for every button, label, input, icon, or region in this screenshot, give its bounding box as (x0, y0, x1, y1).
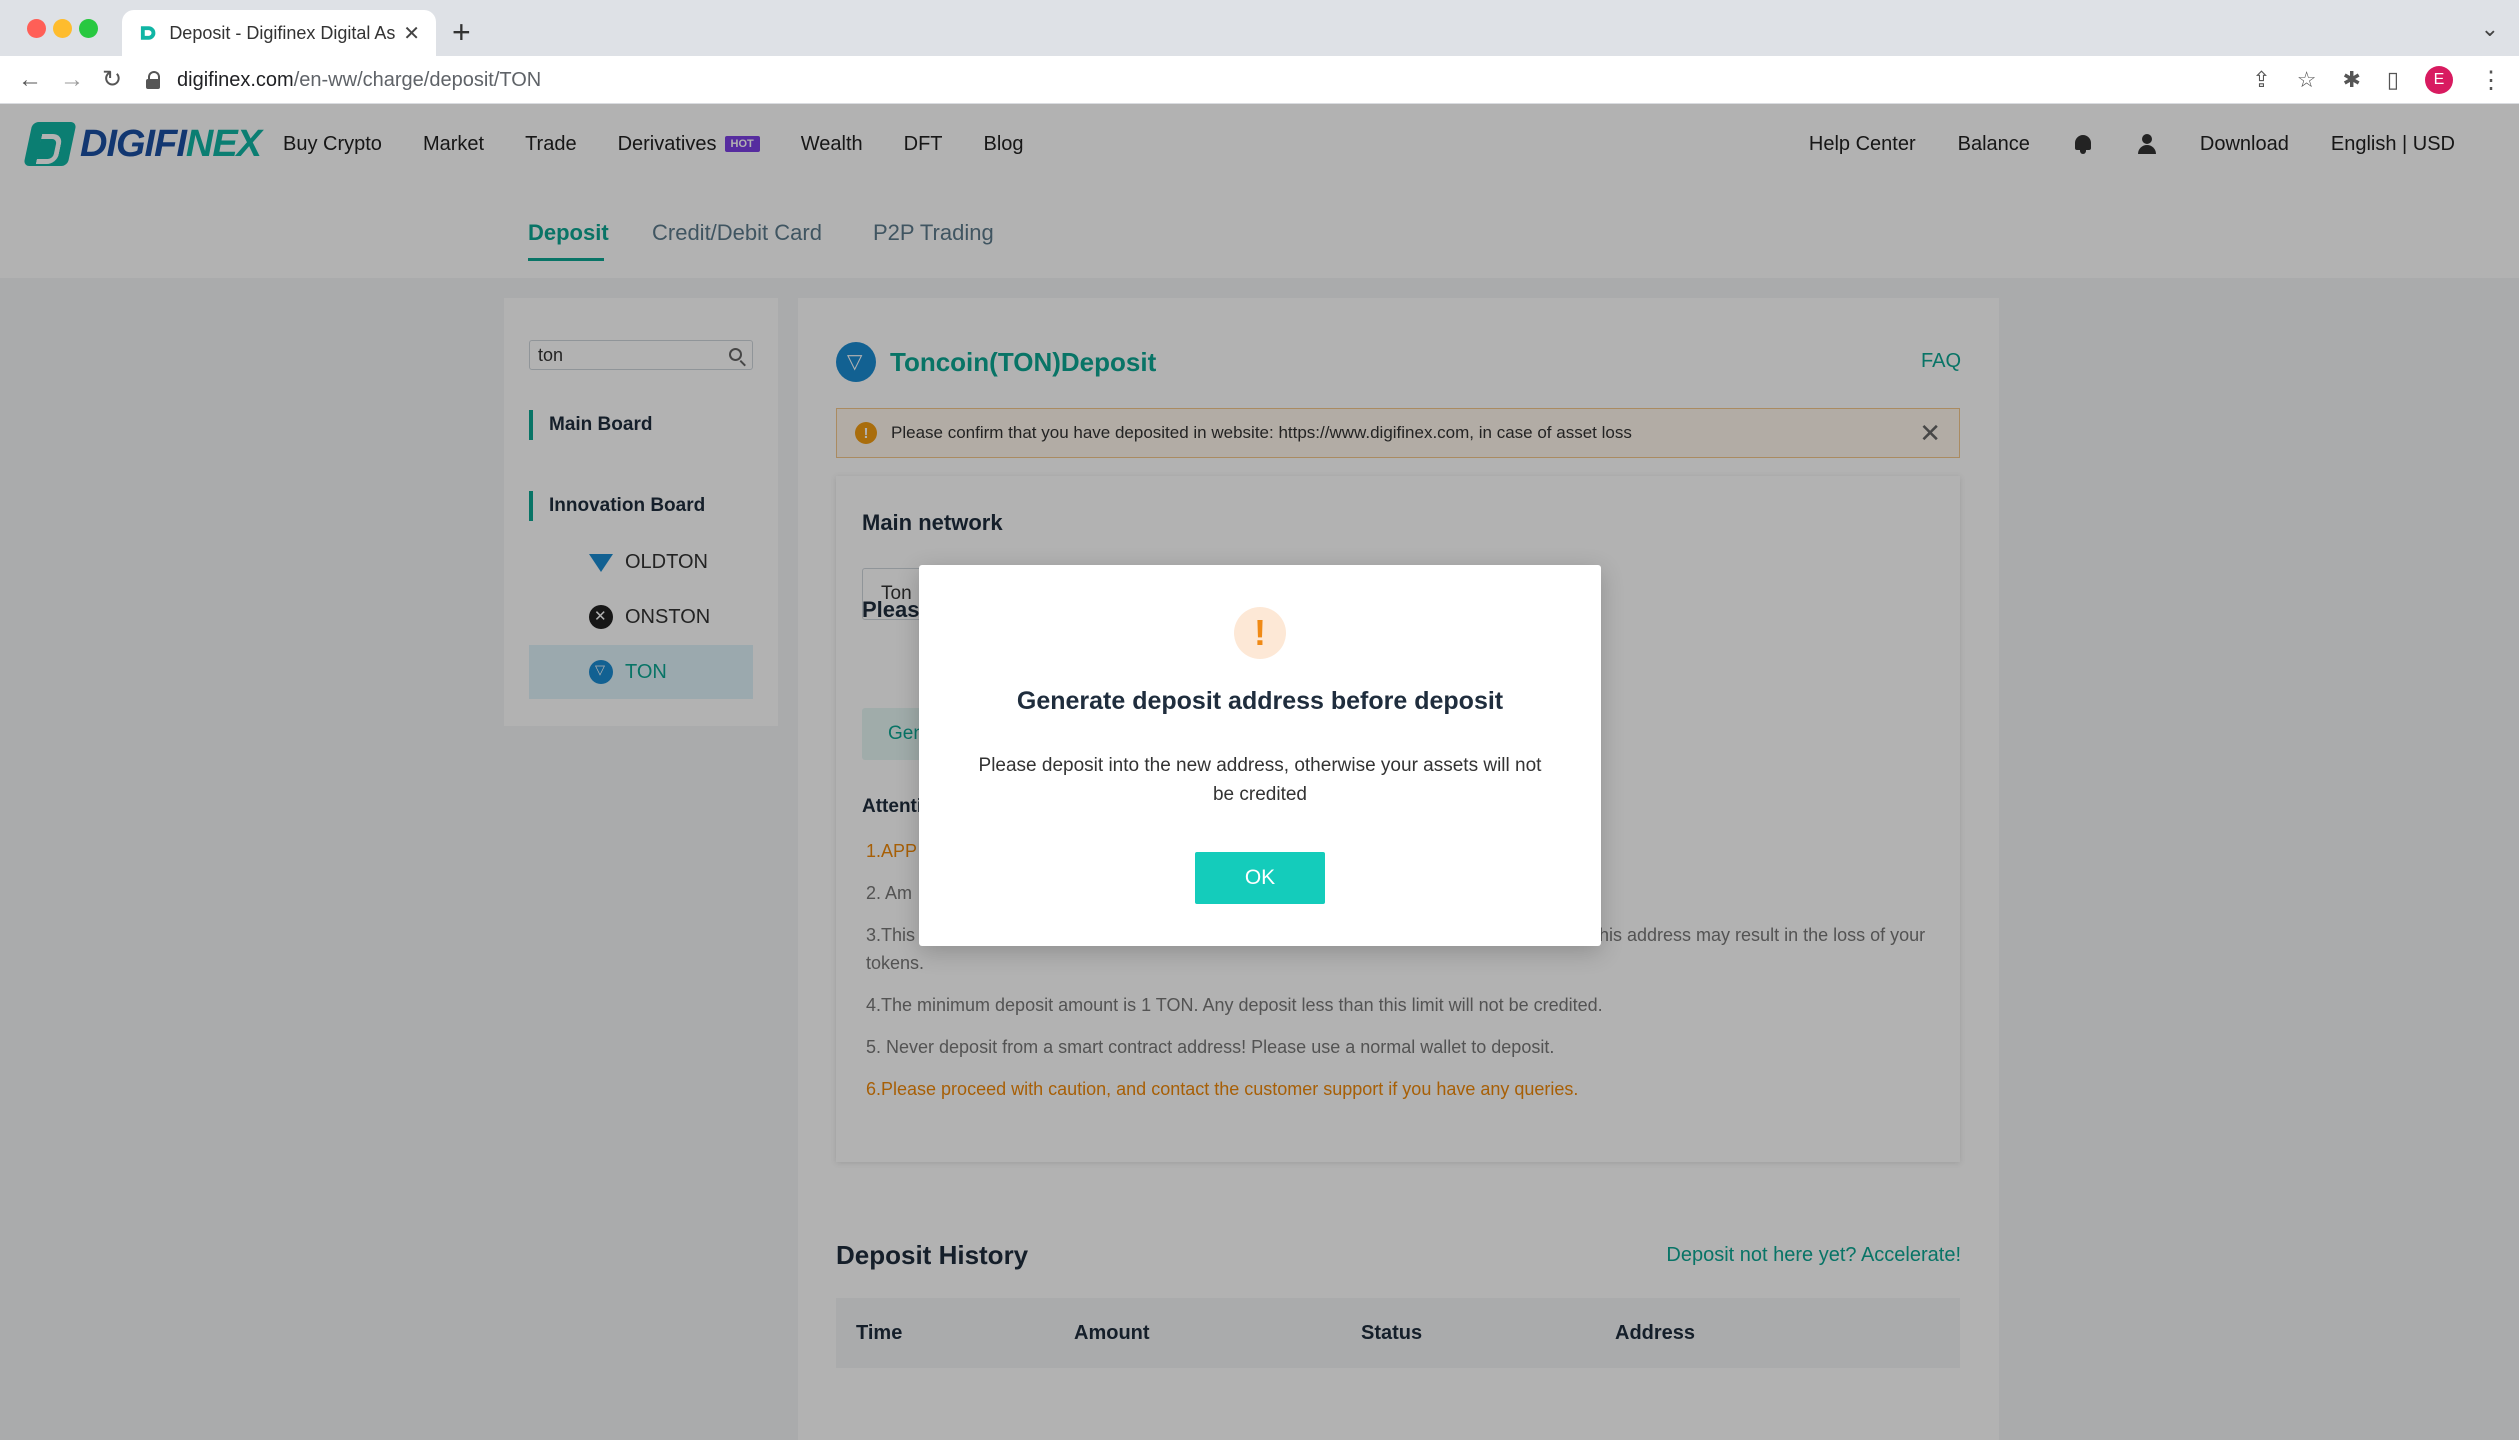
tab-close-icon[interactable]: ✕ (403, 21, 420, 46)
menu-icon[interactable]: ⋮ (2479, 66, 2503, 95)
tab-search-chevron-icon[interactable]: ⌄ (2481, 16, 2499, 42)
forward-icon[interactable]: → (60, 66, 84, 94)
window-close-button[interactable] (27, 19, 46, 38)
window-minimize-button[interactable] (53, 19, 72, 38)
ok-button[interactable]: OK (1195, 852, 1325, 904)
generate-address-dialog: ! Generate deposit address before deposi… (919, 565, 1601, 946)
dialog-message: Please deposit into the new address, oth… (978, 755, 1542, 805)
star-icon[interactable]: ☆ (2297, 66, 2317, 94)
sidepanel-icon[interactable]: ▯ (2387, 66, 2399, 94)
back-icon[interactable]: ← (18, 66, 42, 94)
lock-icon[interactable] (145, 71, 161, 89)
reload-icon[interactable]: ↻ (102, 66, 122, 94)
window-maximize-button[interactable] (79, 19, 98, 38)
url-field[interactable]: digifinex.com/en-ww/charge/deposit/TON (145, 62, 2205, 98)
url-path: /en-ww/charge/deposit/TON (293, 68, 542, 91)
browser-tab[interactable]: Deposit - Digifinex Digital Asse ✕ (122, 10, 436, 56)
profile-avatar[interactable]: E (2425, 66, 2453, 94)
dialog-title: Generate deposit address before deposit (1016, 687, 1504, 715)
url-host: digifinex.com (177, 68, 294, 91)
tab-title: Deposit - Digifinex Digital Asse (169, 22, 396, 43)
extensions-icon[interactable]: ✱ (2342, 66, 2360, 94)
browser-tab-bar: Deposit - Digifinex Digital Asse ✕ + ⌄ (0, 0, 2519, 56)
share-icon[interactable]: ⇪ (2252, 66, 2270, 94)
digifinex-favicon-icon (140, 26, 156, 40)
exclamation-icon: ! (1234, 607, 1286, 659)
address-bar: ← → ↻ digifinex.com/en-ww/charge/deposit… (0, 56, 2519, 104)
new-tab-button[interactable]: + (452, 14, 471, 50)
